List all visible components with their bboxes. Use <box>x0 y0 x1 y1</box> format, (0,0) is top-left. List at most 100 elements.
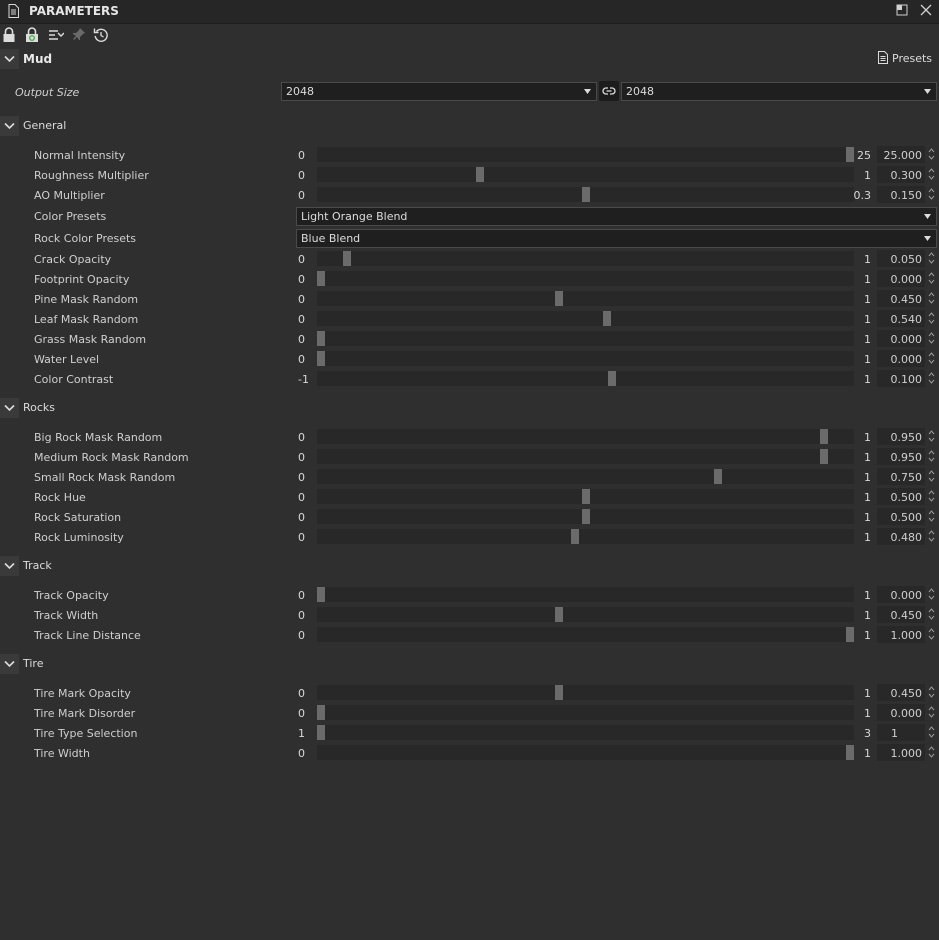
chevron-down-icon[interactable] <box>0 654 19 674</box>
spinner-icon[interactable] <box>928 271 935 285</box>
slider-handle[interactable] <box>317 351 325 366</box>
presets-button[interactable]: Presets <box>878 51 932 67</box>
close-icon[interactable] <box>920 4 934 18</box>
slider-track[interactable] <box>317 685 854 700</box>
slider-handle[interactable] <box>846 745 854 760</box>
slider-track[interactable] <box>317 509 854 524</box>
slider-handle[interactable] <box>603 311 611 326</box>
output-height-select[interactable]: 2048 <box>621 82 937 101</box>
value-input[interactable]: 0.950 <box>877 448 925 465</box>
slider-handle[interactable] <box>582 489 590 504</box>
slider-track[interactable] <box>317 351 854 366</box>
spinner-icon[interactable] <box>928 607 935 621</box>
spinner-icon[interactable] <box>928 147 935 161</box>
slider-track[interactable] <box>317 529 854 544</box>
chevron-down-icon[interactable] <box>0 556 19 576</box>
slider-track[interactable] <box>317 291 854 306</box>
value-input[interactable]: 0.540 <box>877 310 925 327</box>
link-resolution-button[interactable] <box>599 81 619 101</box>
slider-track[interactable] <box>317 725 854 740</box>
value-input[interactable]: 0.450 <box>877 606 925 623</box>
lock-random-seed-icon[interactable] <box>24 27 40 44</box>
value-input[interactable]: 0.000 <box>877 350 925 367</box>
spinner-icon[interactable] <box>928 705 935 719</box>
slider-handle[interactable] <box>846 147 854 162</box>
slider-track[interactable] <box>317 607 854 622</box>
spinner-icon[interactable] <box>928 469 935 483</box>
slider-track[interactable] <box>317 271 854 286</box>
spinner-icon[interactable] <box>928 685 935 699</box>
spinner-icon[interactable] <box>928 187 935 201</box>
slider-track[interactable] <box>317 449 854 464</box>
slider-handle[interactable] <box>582 509 590 524</box>
chevron-down-icon[interactable] <box>0 116 19 136</box>
value-input[interactable]: 0.000 <box>877 330 925 347</box>
slider-handle[interactable] <box>608 371 616 386</box>
spinner-icon[interactable] <box>928 725 935 739</box>
slider-track[interactable] <box>317 371 854 386</box>
value-input[interactable]: 0.450 <box>877 684 925 701</box>
slider-handle[interactable] <box>555 291 563 306</box>
value-input[interactable]: 0.500 <box>877 488 925 505</box>
spinner-icon[interactable] <box>928 371 935 385</box>
spinner-icon[interactable] <box>928 291 935 305</box>
slider-track[interactable] <box>317 469 854 484</box>
value-input[interactable]: 0.000 <box>877 704 925 721</box>
spinner-icon[interactable] <box>928 429 935 443</box>
output-width-select[interactable]: 2048 <box>281 82 597 101</box>
value-input[interactable]: 1.000 <box>877 626 925 643</box>
value-input[interactable]: 0.500 <box>877 508 925 525</box>
float-panel-icon[interactable] <box>896 4 910 18</box>
spinner-icon[interactable] <box>928 509 935 523</box>
group-header-general[interactable]: General <box>0 116 939 136</box>
slider-track[interactable] <box>317 705 854 720</box>
value-input[interactable]: 0.300 <box>877 166 925 183</box>
spinner-icon[interactable] <box>928 587 935 601</box>
slider-handle[interactable] <box>820 429 828 444</box>
material-section-header[interactable]: Mud Presets <box>0 49 939 69</box>
value-input[interactable]: 0.000 <box>877 586 925 603</box>
slider-handle[interactable] <box>714 469 722 484</box>
value-input[interactable]: 0.000 <box>877 270 925 287</box>
slider-handle[interactable] <box>555 685 563 700</box>
value-input[interactable]: 0.150 <box>877 186 925 203</box>
slider-handle[interactable] <box>571 529 579 544</box>
slider-track[interactable] <box>317 587 854 602</box>
spinner-icon[interactable] <box>928 489 935 503</box>
slider-handle[interactable] <box>343 251 351 266</box>
spinner-icon[interactable] <box>928 627 935 641</box>
slider-track[interactable] <box>317 627 854 642</box>
slider-track[interactable] <box>317 147 854 162</box>
slider-track[interactable] <box>317 311 854 326</box>
slider-handle[interactable] <box>582 187 590 202</box>
value-input[interactable]: 1 <box>877 724 925 741</box>
color-presets-select[interactable]: Light Orange Blend <box>296 207 937 226</box>
spinner-icon[interactable] <box>928 745 935 759</box>
chevron-down-icon[interactable] <box>0 49 19 69</box>
spinner-icon[interactable] <box>928 529 935 543</box>
spinner-icon[interactable] <box>928 311 935 325</box>
slider-handle[interactable] <box>555 607 563 622</box>
slider-handle[interactable] <box>476 167 484 182</box>
spinner-icon[interactable] <box>928 251 935 265</box>
slider-handle[interactable] <box>820 449 828 464</box>
slider-handle[interactable] <box>317 271 325 286</box>
value-input[interactable]: 0.100 <box>877 370 925 387</box>
slider-handle[interactable] <box>317 705 325 720</box>
slider-handle[interactable] <box>317 331 325 346</box>
value-input[interactable]: 1.000 <box>877 744 925 761</box>
group-header-tire[interactable]: Tire <box>0 654 939 674</box>
value-input[interactable]: 25.000 <box>877 146 925 163</box>
slider-handle[interactable] <box>317 587 325 602</box>
slider-track[interactable] <box>317 167 854 182</box>
slider-track[interactable] <box>317 187 854 202</box>
slider-handle[interactable] <box>317 725 325 740</box>
rock-color-presets-select[interactable]: Blue Blend <box>296 229 937 248</box>
value-input[interactable]: 0.050 <box>877 250 925 267</box>
slider-track[interactable] <box>317 489 854 504</box>
parameter-filter-icon[interactable] <box>48 27 65 44</box>
spinner-icon[interactable] <box>928 351 935 365</box>
slider-track[interactable] <box>317 429 854 444</box>
value-input[interactable]: 0.750 <box>877 468 925 485</box>
slider-track[interactable] <box>317 251 854 266</box>
